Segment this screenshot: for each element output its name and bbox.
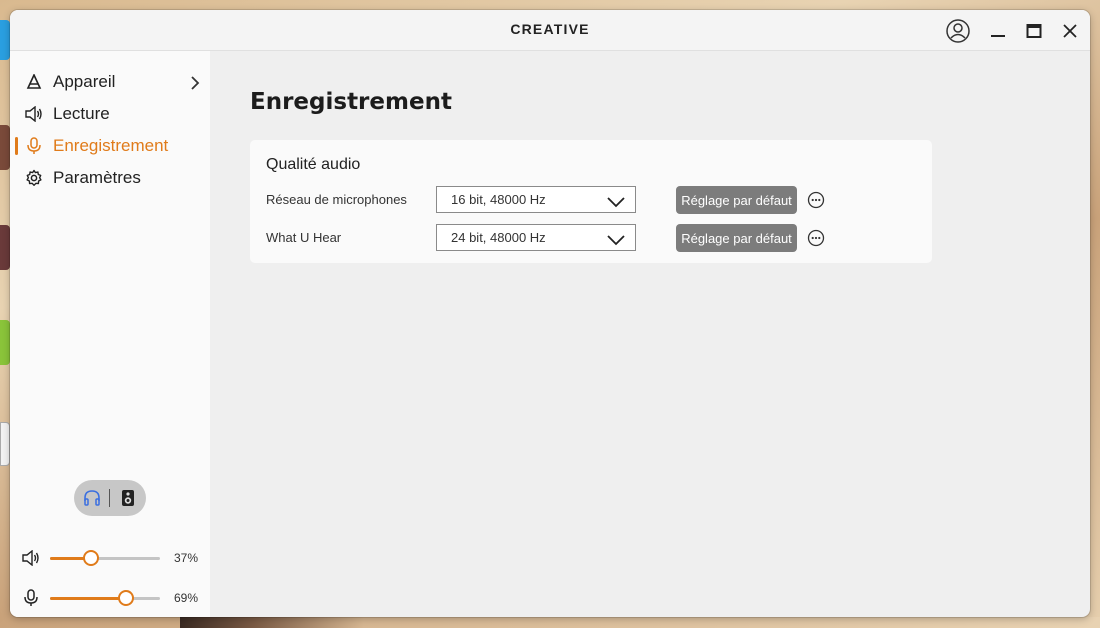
- active-indicator: [15, 137, 18, 155]
- sidebar-item-label: Lecture: [53, 104, 110, 123]
- volume-slider-row: 37%: [10, 548, 210, 568]
- output-toggle: [74, 480, 146, 516]
- page-title: Enregistrement: [250, 89, 452, 115]
- more-options-icon[interactable]: [807, 229, 825, 247]
- row-label-what-u-hear: What U Hear: [266, 230, 342, 245]
- chevron-down-icon: [607, 193, 625, 212]
- mic-volume-slider[interactable]: [50, 590, 160, 606]
- desktop-icon[interactable]: [0, 20, 10, 60]
- close-icon[interactable]: [1057, 18, 1083, 44]
- sidebar-item-label: Paramètres: [53, 168, 141, 187]
- select-value: 16 bit, 48000 Hz: [451, 192, 546, 207]
- sidebar-item-appareil[interactable]: Appareil: [10, 67, 210, 97]
- desktop-icon[interactable]: [0, 125, 10, 170]
- desktop-icon[interactable]: [0, 422, 10, 466]
- select-value: 24 bit, 48000 Hz: [451, 230, 546, 245]
- desktop-icon[interactable]: [0, 320, 10, 365]
- gear-icon: [25, 169, 43, 187]
- app-window: CREATIVE Appareil Lecture Enregistrement…: [10, 10, 1090, 617]
- desktop-wallpaper: [180, 617, 1100, 628]
- microphone-icon: [22, 589, 40, 607]
- sidebar-item-lecture[interactable]: Lecture: [10, 99, 210, 129]
- device-icon: [25, 73, 43, 91]
- chevron-right-icon: [190, 75, 200, 95]
- desktop-icon[interactable]: [0, 225, 10, 270]
- speaker-icon: [25, 105, 43, 123]
- sidebar: Appareil Lecture Enregistrement Paramètr…: [10, 51, 210, 617]
- volume-slider-thumb[interactable]: [82, 550, 99, 566]
- brand-logo: CREATIVE: [510, 21, 590, 37]
- audio-quality-card: Qualité audio Réseau de microphones 16 b…: [250, 140, 932, 263]
- mic-volume-slider-fill: [50, 597, 126, 600]
- sidebar-item-label: Enregistrement: [53, 136, 169, 155]
- what-u-hear-format-select[interactable]: 24 bit, 48000 Hz: [436, 224, 636, 251]
- volume-slider[interactable]: [50, 550, 160, 566]
- microphone-icon: [25, 137, 43, 155]
- minimize-icon[interactable]: [985, 18, 1011, 44]
- title-bar: CREATIVE: [10, 10, 1090, 51]
- volume-value: 37%: [174, 551, 199, 565]
- mic-volume-value: 69%: [174, 591, 199, 605]
- card-title: Qualité audio: [266, 156, 361, 173]
- mic-slider-row: 69%: [10, 588, 210, 608]
- reset-default-button-what-u-hear[interactable]: Réglage par défaut: [676, 224, 797, 252]
- maximize-icon[interactable]: [1021, 18, 1047, 44]
- speaker-box-icon[interactable]: [118, 488, 138, 508]
- sidebar-item-label: Appareil: [53, 72, 116, 91]
- sidebar-item-parametres[interactable]: Paramètres: [10, 163, 210, 193]
- more-options-icon[interactable]: [807, 191, 825, 209]
- user-icon[interactable]: [945, 18, 971, 44]
- reset-default-button-mic-array[interactable]: Réglage par défaut: [676, 186, 797, 214]
- mic-array-format-select[interactable]: 16 bit, 48000 Hz: [436, 186, 636, 213]
- headphones-icon[interactable]: [82, 488, 102, 508]
- toggle-divider: [109, 489, 110, 507]
- speaker-icon: [22, 549, 40, 567]
- row-label-mic-array: Réseau de microphones: [266, 192, 407, 207]
- sidebar-item-enregistrement[interactable]: Enregistrement: [10, 131, 210, 161]
- mic-volume-slider-thumb[interactable]: [117, 590, 134, 606]
- chevron-down-icon: [607, 231, 625, 250]
